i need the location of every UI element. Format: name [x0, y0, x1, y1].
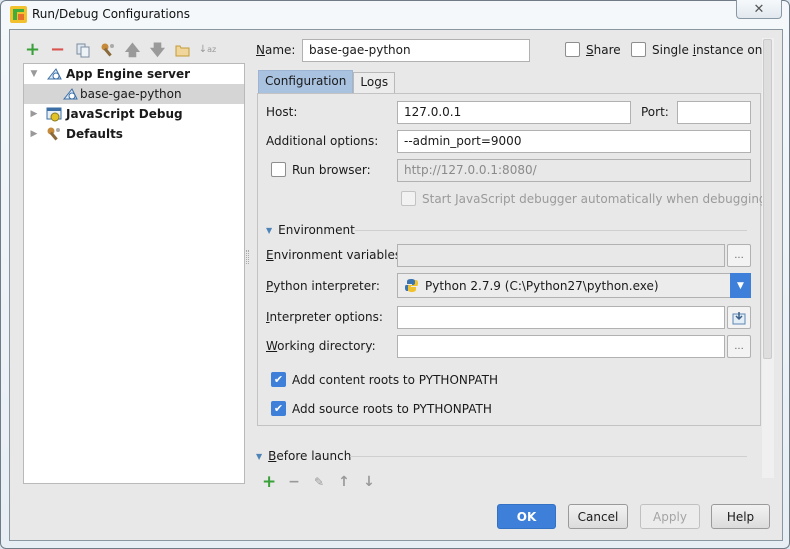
- tab-configuration[interactable]: Configuration: [258, 70, 354, 93]
- interpreter-options-label: Interpreter options:: [266, 310, 383, 324]
- additional-options-label: Additional options:: [266, 134, 379, 148]
- run-browser-checkbox[interactable]: [271, 162, 286, 177]
- port-label: Port:: [641, 105, 669, 119]
- chevron-down-icon[interactable]: ▼: [730, 273, 751, 298]
- tree-item-label: Defaults: [66, 127, 123, 141]
- javascript-debug-icon: [46, 107, 62, 122]
- window-title: Run/Debug Configurations: [32, 7, 190, 21]
- host-input[interactable]: 127.0.0.1: [397, 101, 631, 124]
- sort-icon[interactable]: ↓ a z: [199, 42, 217, 59]
- environment-section-toggle[interactable]: ▼ Environment: [266, 223, 355, 237]
- copy-icon[interactable]: [74, 42, 91, 59]
- remove-icon[interactable]: −: [49, 41, 66, 59]
- python-interpreter-label: Python interpreter:: [266, 279, 380, 293]
- tab-logs[interactable]: Logs: [353, 72, 396, 93]
- port-input[interactable]: [677, 101, 751, 124]
- tree-item-javascript-debug[interactable]: ▶ JavaScript Debug: [24, 104, 244, 124]
- tree-item-app-engine-server[interactable]: ▼ App Engine server: [24, 64, 244, 84]
- panel-splitter[interactable]: [246, 250, 249, 264]
- working-directory-input[interactable]: [397, 335, 725, 358]
- collapsed-arrow-icon[interactable]: ▶: [28, 109, 40, 119]
- env-vars-input[interactable]: [397, 244, 725, 267]
- close-icon: ✕: [753, 1, 765, 17]
- content-roots-label: Add content roots to PYTHONPATH: [292, 373, 498, 387]
- env-vars-browse-button[interactable]: ...: [727, 244, 751, 267]
- app-engine-icon: [62, 88, 78, 100]
- before-launch-section-toggle[interactable]: ▼ Before launch: [256, 449, 351, 463]
- move-down-icon[interactable]: 🡇: [149, 42, 166, 59]
- before-launch-toolbar: + − ✎ ↑ ↓: [262, 472, 376, 492]
- environment-divider: [355, 230, 747, 231]
- browser-url-input[interactable]: http://127.0.0.1:8080/: [397, 159, 751, 182]
- env-vars-label: Environment variables:: [266, 248, 406, 262]
- defaults-wrench-icon: [47, 127, 60, 141]
- tree-item-label: App Engine server: [66, 67, 191, 81]
- js-debugger-checkbox[interactable]: [401, 191, 416, 206]
- share-checkbox[interactable]: [565, 42, 580, 57]
- config-tabs: Configuration Logs: [258, 70, 396, 93]
- js-debugger-label: Start JavaScript debugger automatically …: [422, 192, 767, 206]
- collapsed-arrow-icon[interactable]: ▶: [28, 129, 40, 139]
- tree-item-defaults[interactable]: ▶ Defaults: [24, 124, 244, 144]
- help-button[interactable]: Help: [711, 504, 770, 529]
- python-icon: [405, 279, 418, 292]
- move-up-icon[interactable]: 🡅: [124, 42, 141, 59]
- content-roots-checkbox[interactable]: ✔: [271, 372, 286, 387]
- pycharm-app-icon: [10, 6, 27, 23]
- edit-task-icon[interactable]: ✎: [312, 475, 326, 489]
- tree-item-label: JavaScript Debug: [66, 107, 183, 121]
- edit-defaults-icon[interactable]: [99, 42, 116, 59]
- python-interpreter-value: Python 2.7.9 (C:\Python27\python.exe): [425, 278, 659, 293]
- before-launch-divider: [350, 456, 747, 457]
- tree-item-label: base-gae-python: [80, 87, 182, 101]
- expand-field-icon: [732, 311, 746, 324]
- collapse-triangle-icon: ▼: [266, 225, 273, 235]
- dialog-body: + − 🡅 🡇 ↓ a z ▼ App Engine server base-g…: [9, 29, 783, 541]
- single-instance-label: Single instance only: [652, 43, 773, 57]
- title-bar: Run/Debug Configurations ✕: [1, 0, 789, 29]
- host-label: Host:: [266, 105, 298, 119]
- add-icon[interactable]: +: [24, 41, 41, 59]
- cancel-button[interactable]: Cancel: [568, 504, 628, 529]
- add-task-icon[interactable]: +: [262, 472, 276, 492]
- run-debug-configurations-dialog: Run/Debug Configurations ✕ + − 🡅 🡇 ↓az: [0, 0, 790, 549]
- move-task-up-icon[interactable]: ↑: [337, 474, 351, 490]
- single-instance-checkbox[interactable]: [631, 42, 646, 57]
- name-label: Name:: [256, 43, 296, 57]
- environment-header: Environment: [278, 223, 355, 237]
- name-input[interactable]: base-gae-python: [302, 39, 530, 62]
- ok-button[interactable]: OK: [497, 504, 556, 529]
- working-directory-browse-button[interactable]: ...: [727, 335, 751, 358]
- remove-task-icon[interactable]: −: [287, 474, 301, 490]
- collapse-triangle-icon: ▼: [256, 451, 263, 461]
- apply-button[interactable]: Apply: [640, 504, 700, 529]
- move-task-down-icon[interactable]: ↓: [362, 474, 376, 490]
- additional-options-input[interactable]: --admin_port=9000: [397, 130, 751, 153]
- source-roots-checkbox[interactable]: ✔: [271, 401, 286, 416]
- share-label: Share: [586, 43, 621, 57]
- app-engine-icon: [46, 68, 62, 80]
- tree-item-base-gae-python[interactable]: base-gae-python: [24, 84, 244, 104]
- run-browser-label: Run browser:: [292, 163, 371, 177]
- interpreter-options-input[interactable]: [397, 306, 725, 329]
- configurations-toolbar: + − 🡅 🡇 ↓ a z: [24, 40, 216, 60]
- before-launch-header: Before launch: [268, 449, 352, 463]
- source-roots-label: Add source roots to PYTHONPATH: [292, 402, 492, 416]
- expand-field-button[interactable]: [727, 306, 751, 329]
- configurations-tree: ▼ App Engine server base-gae-python ▶ Ja…: [23, 63, 245, 484]
- working-directory-label: Working directory:: [266, 339, 376, 353]
- scrollbar-thumb[interactable]: [763, 39, 772, 359]
- folder-icon[interactable]: [174, 42, 191, 59]
- python-interpreter-select[interactable]: Python 2.7.9 (C:\Python27\python.exe) ▼: [397, 273, 751, 298]
- expanded-arrow-icon[interactable]: ▼: [28, 69, 40, 79]
- close-button[interactable]: ✕: [736, 0, 782, 19]
